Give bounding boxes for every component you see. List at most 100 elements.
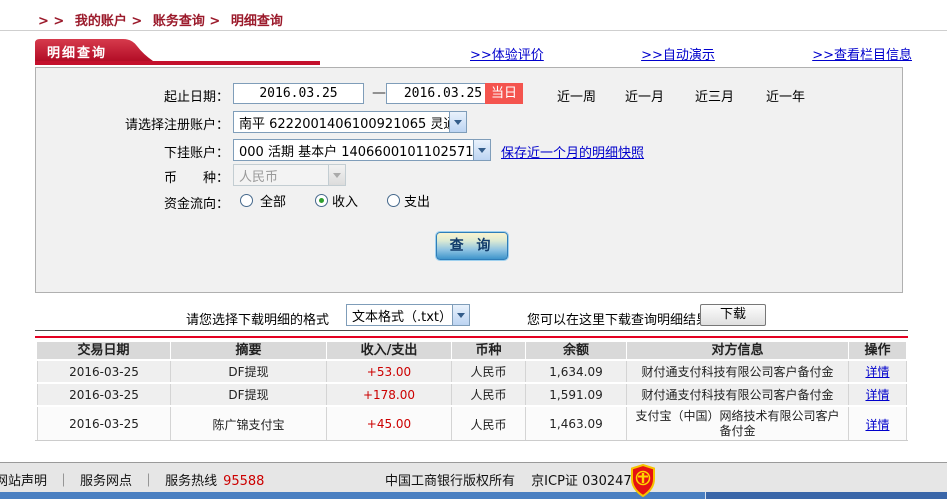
cell-counterparty: 财付通支付科技有限公司客户备付金 (627, 384, 849, 405)
register-account-select[interactable]: 南平 6222001406100921065 灵通卡 (233, 111, 467, 133)
radio-expense[interactable] (387, 194, 401, 207)
date-from-input[interactable] (233, 83, 364, 104)
separator-red (35, 336, 908, 338)
results-table: 交易日期 摘要 收入/支出 币种 余额 对方信息 操作 2016-03-25 D… (37, 342, 907, 441)
cell-currency: 人民币 (452, 361, 526, 382)
header-links: >>体验评价 >>自动演示 >>查看栏目信息 (470, 44, 912, 63)
dropdown-arrow-icon[interactable] (452, 305, 469, 325)
blue-bar-left (0, 492, 705, 499)
quick-range-month[interactable]: 近一月 (625, 86, 664, 105)
cell-balance: 1,463.09 (526, 407, 627, 441)
cell-counterparty: 财付通支付科技有限公司客户备付金 (627, 361, 849, 382)
breadcrumb-account-query[interactable]: 账务查询 (153, 14, 205, 29)
detail-link[interactable]: 详情 (865, 363, 889, 380)
table-row: 2016-03-25 陈广锦支付宝 +45.00 人民币 1,463.09 支付… (37, 407, 907, 441)
table-row: 2016-03-25 DF提现 +178.00 人民币 1,591.09 财付通… (37, 384, 907, 405)
footer-link-branches[interactable]: 服务网点 (80, 474, 132, 489)
cell-balance: 1,591.09 (526, 384, 627, 405)
quick-range-year[interactable]: 近一年 (766, 86, 805, 105)
radio-all-label[interactable]: 全部 (260, 191, 286, 210)
bottom-blue-bar (0, 492, 947, 499)
cell-action: 详情 (849, 361, 907, 382)
cell-summary: 陈广锦支付宝 (171, 407, 327, 441)
download-button[interactable]: 下载 (700, 304, 766, 326)
date-dash: — (372, 85, 386, 101)
radio-income-label[interactable]: 收入 (332, 191, 358, 210)
cell-currency: 人民币 (452, 407, 526, 441)
col-header-balance: 余额 (526, 342, 627, 359)
cell-date: 2016-03-25 (37, 407, 171, 441)
footer: 网站声明 ｜ 服务网点 ｜ 服务热线 95588 中国工商银行版权所有 京ICP证 030… (0, 462, 947, 492)
link-auto-demo[interactable]: >>自动演示 (641, 44, 715, 63)
currency-select-disabled: 人民币 (233, 164, 346, 186)
cell-action: 详情 (849, 384, 907, 405)
breadcrumb-sep: > (131, 14, 143, 29)
footer-hotline-label: 服务热线 (165, 474, 218, 489)
download-hint: 您可以在这里下载查询明细结果 (527, 313, 710, 328)
currency-label: 币 种： (163, 171, 229, 186)
query-button[interactable]: 查 询 (435, 231, 509, 261)
quick-range-quarter[interactable]: 近三月 (695, 86, 734, 105)
tab-label: 明细查询 (47, 46, 108, 61)
breadcrumb-detail-query[interactable]: 明细查询 (231, 14, 283, 29)
date-range-label: 起止日期： (163, 90, 229, 105)
copyright-text: 中国工商银行版权所有 (385, 474, 516, 489)
footer-copyright: 中国工商银行版权所有 京ICP证 030247号 (385, 470, 645, 489)
detail-link[interactable]: 详情 (865, 386, 889, 403)
col-header-summary: 摘要 (171, 342, 327, 359)
flow-radio-group: 全部 收入 支出 (240, 191, 430, 210)
footer-separator: ｜ (57, 474, 71, 489)
currency-value: 人民币 (239, 169, 279, 185)
cell-date: 2016-03-25 (37, 361, 171, 382)
footer-hotline-number: 95588 (223, 474, 265, 489)
register-account-value: 南平 6222001406100921065 灵通卡 (239, 116, 449, 132)
cell-amount: +53.00 (327, 361, 452, 382)
cell-counterparty: 支付宝（中国）网络技术有限公司客户备付金 (627, 407, 849, 441)
footer-separator: ｜ (142, 474, 156, 489)
dropdown-arrow-icon[interactable] (449, 112, 466, 132)
top-divider (0, 30, 947, 31)
table-bottom-line (35, 440, 908, 441)
quick-range-week[interactable]: 近一周 (557, 86, 596, 105)
sub-account-select[interactable]: 000 活期 基本户 1406600101102571848 (233, 139, 491, 161)
query-form: 起止日期： — 当日 近一周 近一月 近三月 近一年 请选择注册账户： 南平 6… (35, 67, 903, 293)
dropdown-arrow-icon[interactable] (473, 140, 490, 160)
col-header-action: 操作 (849, 342, 907, 359)
footer-links: 网站声明 ｜ 服务网点 ｜ 服务热线 95588 (0, 470, 264, 489)
radio-expense-label[interactable]: 支出 (404, 191, 430, 210)
tab-underline (35, 61, 320, 65)
quick-range-today-button[interactable]: 当日 (485, 83, 523, 104)
tab-detail-query[interactable]: 明细查询 (35, 39, 153, 61)
breadcrumb: > > 我的账户 > 账务查询 > 明细查询 (38, 10, 283, 29)
link-experience-review[interactable]: >>体验评价 (470, 44, 544, 63)
separator-dark (35, 330, 908, 331)
page: > > 我的账户 > 账务查询 > 明细查询 明细查询 >>体验评价 >>自动演… (0, 0, 947, 503)
radio-income-checked[interactable] (315, 194, 329, 207)
cell-amount: +178.00 (327, 384, 452, 405)
footer-link-statement[interactable]: 网站声明 (0, 474, 47, 489)
radio-all[interactable] (240, 194, 253, 207)
cell-currency: 人民币 (452, 384, 526, 405)
sub-account-value: 000 活期 基本户 1406600101102571848 (239, 144, 473, 160)
link-column-info[interactable]: >>查看栏目信息 (812, 44, 912, 63)
download-format-select[interactable]: 文本格式（.txt） (346, 304, 470, 326)
col-header-counterparty: 对方信息 (627, 342, 849, 359)
cell-action: 详情 (849, 407, 907, 441)
download-format-label: 请您选择下载明细的格式 (186, 313, 330, 328)
cell-amount: +45.00 (327, 407, 452, 441)
breadcrumb-sep: > (209, 14, 221, 29)
col-header-date: 交易日期 (37, 342, 171, 359)
date-to-input[interactable] (386, 83, 500, 104)
save-snapshot-link[interactable]: 保存近一个月的明细快照 (501, 142, 644, 161)
dropdown-arrow-icon (328, 165, 345, 185)
breadcrumb-my-account[interactable]: 我的账户 (75, 14, 127, 29)
cell-balance: 1,634.09 (526, 361, 627, 382)
flow-label: 资金流向： (163, 197, 229, 212)
register-account-label: 请选择注册账户： (124, 118, 229, 133)
detail-link[interactable]: 详情 (865, 416, 889, 433)
download-format-value: 文本格式（.txt） (352, 309, 452, 325)
blue-bar-right (705, 492, 947, 499)
cell-date: 2016-03-25 (37, 384, 171, 405)
security-badge-icon[interactable] (630, 464, 656, 497)
cell-summary: DF提现 (171, 361, 327, 382)
